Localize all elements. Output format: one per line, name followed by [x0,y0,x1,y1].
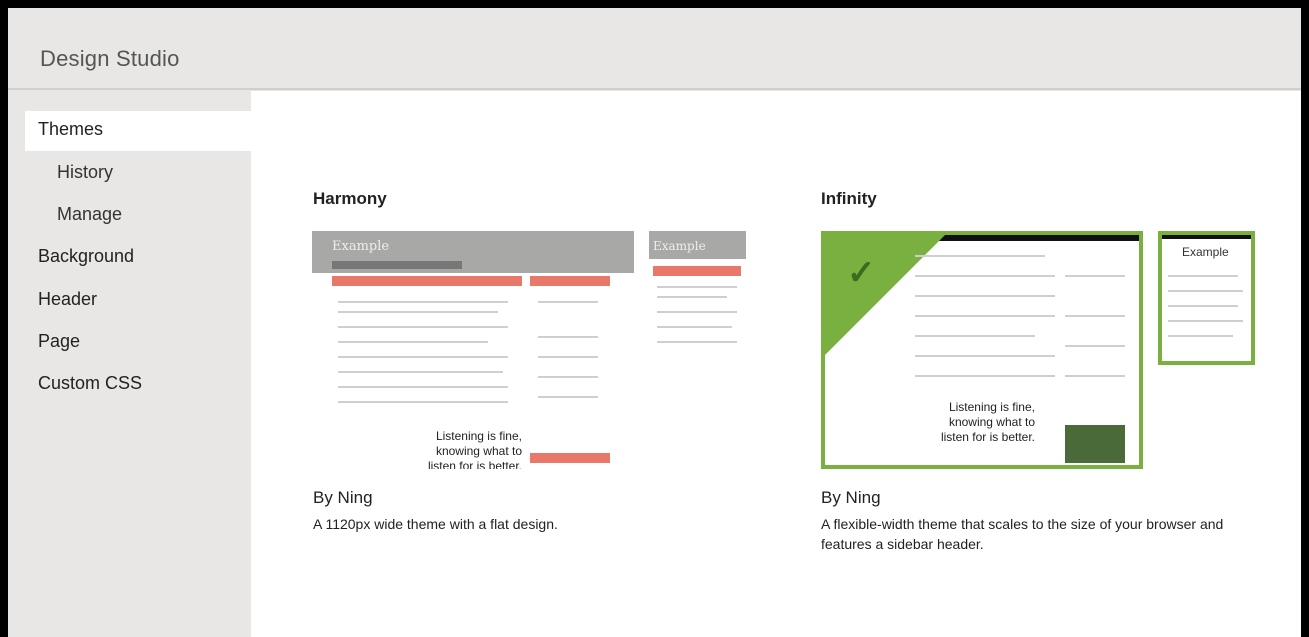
theme-name-harmony: Harmony [313,189,387,208]
page-title: Design Studio [40,46,180,71]
preview-tagline: Listening is fine, knowing what to liste… [427,429,522,469]
sidebar-item-background[interactable]: Background [38,246,134,267]
theme-author-infinity: By Ning [821,488,881,507]
harmony-mobile-preview[interactable]: Example [649,231,746,365]
theme-description-infinity: A flexible-width theme that scales to th… [821,516,1224,552]
sidebar [8,91,251,637]
checkmark-icon: ✓ [847,254,876,292]
theme-description-harmony: A 1120px wide theme with a flat design. [313,516,558,532]
top-bar: Design Studio [8,8,1301,90]
sidebar-item-custom-css[interactable]: Custom CSS [38,373,142,394]
preview-activity-bar [530,276,610,286]
infinity-desktop-preview[interactable]: ✓ Listening is fine, knowing what to lis… [821,231,1143,469]
sidebar-item-manage[interactable]: Manage [57,204,122,225]
preview-blog-bar [332,276,522,286]
theme-author-harmony: By Ning [313,488,373,507]
sidebar-item-themes[interactable]: Themes [38,119,103,140]
design-studio-window: Design Studio Themes History Manage Back… [8,8,1301,637]
active-tab-bg [25,111,1301,151]
harmony-desktop-preview[interactable]: Example Listening is fine, knowing what … [312,231,634,469]
sidebar-item-history[interactable]: History [57,162,113,183]
sidebar-item-header[interactable]: Header [38,289,97,310]
preview-title: Example [332,239,390,254]
theme-name-infinity: Infinity [821,189,877,208]
infinity-mobile-preview[interactable]: Example [1158,231,1255,365]
preview-nav [332,261,462,269]
sidebar-item-page[interactable]: Page [38,331,80,352]
